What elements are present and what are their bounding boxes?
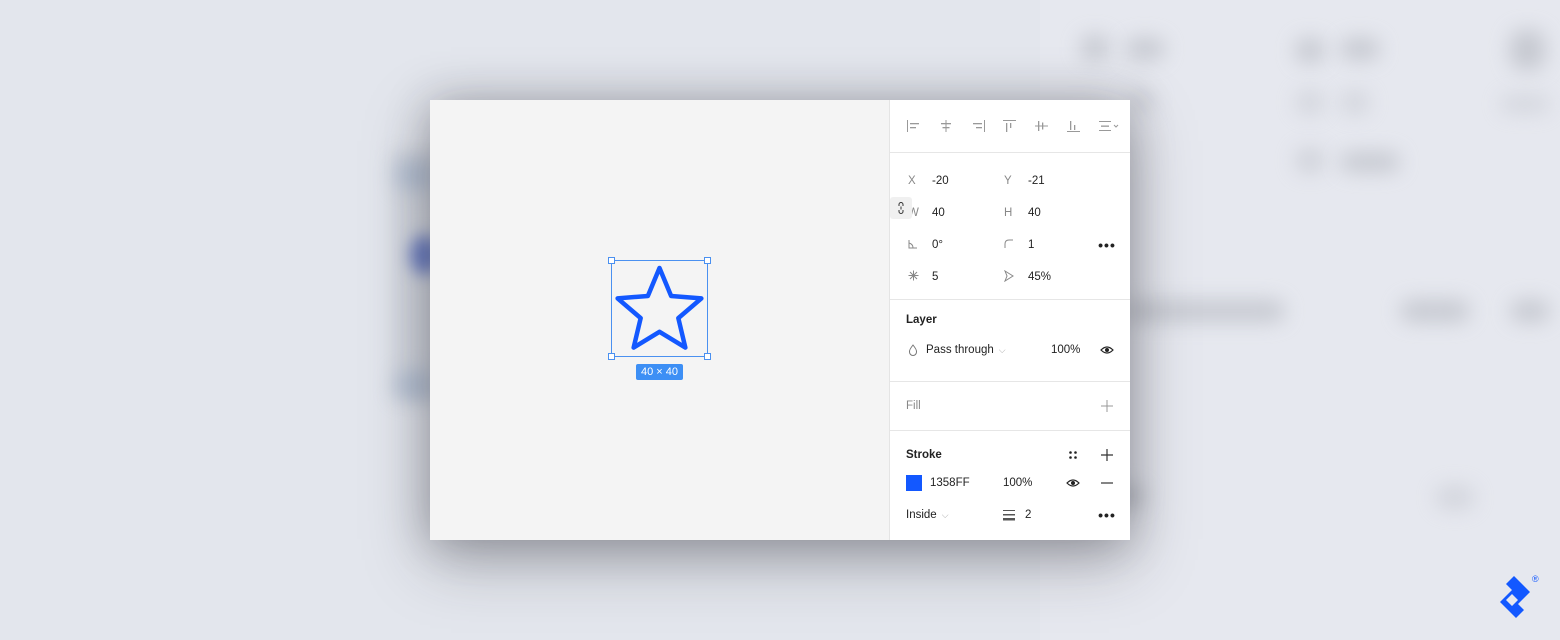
stroke-color-field[interactable]: 1358FF — [906, 475, 970, 491]
x-field[interactable]: X -20 — [908, 175, 949, 187]
logo-mark — [1500, 576, 1530, 618]
stroke-more-options-button[interactable]: ••• — [1096, 504, 1118, 526]
distribute-menu-icon[interactable] — [1098, 116, 1130, 136]
resize-handle-top-right[interactable] — [704, 257, 711, 264]
selection-box[interactable] — [608, 257, 711, 360]
ratio-value[interactable]: 45% — [1028, 271, 1051, 283]
align-vertical-center-icon[interactable] — [1034, 116, 1066, 136]
blend-drop-icon — [908, 344, 918, 356]
registered-mark: ® — [1532, 574, 1539, 584]
corner-radius-icon — [1004, 239, 1028, 252]
y-label: Y — [1004, 175, 1012, 187]
points-value[interactable]: 5 — [932, 271, 938, 283]
size-badge: 40 × 40 — [636, 364, 683, 380]
points-icon — [908, 270, 932, 284]
layer-title: Layer — [906, 314, 937, 326]
stroke-color-hex[interactable]: 1358FF — [930, 477, 970, 489]
star-shape[interactable] — [612, 261, 707, 356]
blurred-shape — [395, 370, 435, 400]
height-field[interactable]: H 40 — [1004, 207, 1041, 219]
stroke-position-dropdown[interactable]: Inside ⌵ — [906, 509, 949, 521]
align-right-icon[interactable] — [970, 116, 1002, 136]
resize-handle-top-left[interactable] — [608, 257, 615, 264]
more-icon: ••• — [1098, 507, 1116, 523]
stroke-visibility-toggle[interactable] — [1062, 472, 1084, 494]
plus-icon — [1101, 449, 1113, 461]
stroke-color-swatch[interactable] — [906, 475, 922, 491]
stroke-position-value: Inside — [906, 509, 937, 521]
chevron-down-icon: ⌵ — [941, 509, 949, 520]
stroke-section: Stroke 1358FF 100% Inside ⌵ 2 ••• — [890, 431, 1130, 543]
add-stroke-button[interactable] — [1096, 444, 1118, 466]
w-value[interactable]: 40 — [932, 207, 945, 219]
blurred-shape — [395, 160, 435, 190]
layer-opacity-value[interactable]: 100% — [1051, 344, 1080, 356]
y-field[interactable]: Y -21 — [1004, 175, 1045, 187]
editor-window: 40 × 40 X -20 Y -21 W 40 H 40 0° 1 ••• 5… — [430, 100, 1130, 540]
align-left-icon[interactable] — [906, 116, 938, 136]
star-ratio-field[interactable]: 45% — [1003, 269, 1051, 285]
fill-title: Fill — [906, 400, 921, 412]
plus-icon — [1101, 400, 1113, 412]
constrain-proportions-button[interactable] — [890, 197, 912, 219]
blend-mode-dropdown[interactable]: Pass through ⌵ — [908, 344, 1006, 356]
stroke-opacity-field[interactable]: 100% — [1003, 477, 1032, 489]
eye-icon — [1100, 346, 1114, 354]
link-icon — [898, 202, 904, 214]
design-canvas[interactable]: 40 × 40 — [430, 100, 889, 540]
blend-mode-value: Pass through — [926, 344, 994, 356]
x-label: X — [908, 175, 916, 187]
align-bottom-icon[interactable] — [1066, 116, 1098, 136]
styles-grid-icon — [1069, 451, 1077, 459]
h-value[interactable]: 40 — [1028, 207, 1041, 219]
align-horizontal-center-icon[interactable] — [938, 116, 970, 136]
star-points-field[interactable]: 5 — [908, 270, 938, 284]
chevron-down-icon: ⌵ — [998, 344, 1006, 355]
resize-handle-bottom-left[interactable] — [608, 353, 615, 360]
resize-handle-bottom-right[interactable] — [704, 353, 711, 360]
x-value[interactable]: -20 — [932, 175, 949, 187]
corner-radius-field[interactable]: 1 — [1004, 239, 1034, 252]
corner-radius-value[interactable]: 1 — [1028, 239, 1034, 251]
remove-stroke-button[interactable] — [1096, 472, 1118, 494]
add-fill-button[interactable] — [1096, 395, 1118, 417]
fill-section: Fill — [890, 382, 1130, 431]
layer-visibility-toggle[interactable] — [1096, 339, 1118, 361]
properties-panel: X -20 Y -21 W 40 H 40 0° 1 ••• 5 45% Lay… — [889, 100, 1130, 540]
more-options-button[interactable]: ••• — [1096, 234, 1118, 256]
ratio-icon — [1003, 269, 1028, 285]
minus-icon — [1101, 482, 1113, 484]
alignment-toolbar — [890, 100, 1130, 153]
y-value[interactable]: -21 — [1028, 175, 1045, 187]
more-icon: ••• — [1098, 237, 1116, 253]
layer-section: Layer Pass through ⌵ 100% — [890, 300, 1130, 382]
rotation-value[interactable]: 0° — [932, 239, 943, 251]
rotation-icon — [908, 239, 932, 252]
transform-properties: X -20 Y -21 W 40 H 40 0° 1 ••• 5 45% — [890, 153, 1130, 300]
h-label: H — [1004, 207, 1013, 219]
layer-opacity-field[interactable]: 100% — [1051, 344, 1080, 356]
width-field[interactable]: W 40 — [908, 207, 945, 219]
rotation-field[interactable]: 0° — [908, 239, 943, 252]
stroke-styles-button[interactable] — [1062, 444, 1084, 466]
eye-icon — [1066, 479, 1080, 487]
brand-logo: ® — [1500, 574, 1539, 618]
stroke-weight-icon — [1003, 510, 1015, 521]
align-top-icon[interactable] — [1002, 116, 1034, 136]
stroke-opacity-value[interactable]: 100% — [1003, 477, 1032, 489]
stroke-title: Stroke — [906, 449, 942, 461]
stroke-weight-value[interactable]: 2 — [1025, 509, 1031, 521]
stroke-weight-field[interactable]: 2 — [1003, 509, 1031, 521]
